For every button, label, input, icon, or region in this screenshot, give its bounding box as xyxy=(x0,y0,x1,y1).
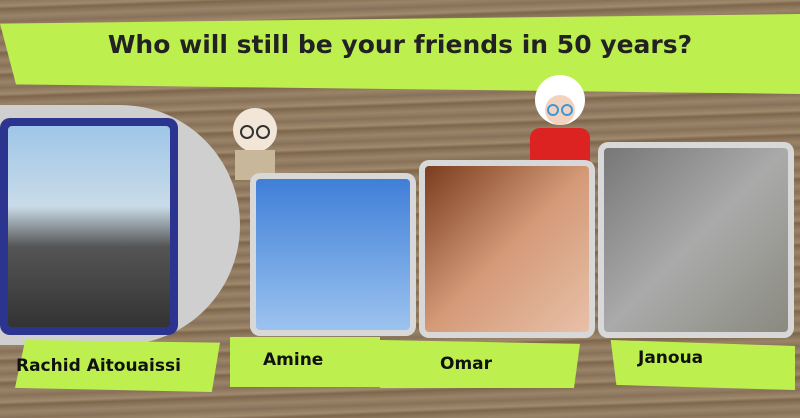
friend-photo xyxy=(256,179,410,330)
friend-card-rachid[interactable] xyxy=(0,118,178,335)
friend-name: Rachid Aitouaissi xyxy=(16,356,181,376)
friend-name: Omar xyxy=(440,354,493,374)
page-title: Who will still be your friends in 50 yea… xyxy=(107,30,693,59)
friend-name: Janoua xyxy=(638,348,704,368)
friend-photo xyxy=(425,166,589,332)
friend-card-amine[interactable] xyxy=(250,173,416,336)
friend-name: Amine xyxy=(263,350,324,370)
friend-card-omar[interactable] xyxy=(419,160,595,338)
friend-card-janoua[interactable] xyxy=(598,142,794,338)
friend-photo xyxy=(8,126,170,327)
friend-photo xyxy=(604,148,788,332)
